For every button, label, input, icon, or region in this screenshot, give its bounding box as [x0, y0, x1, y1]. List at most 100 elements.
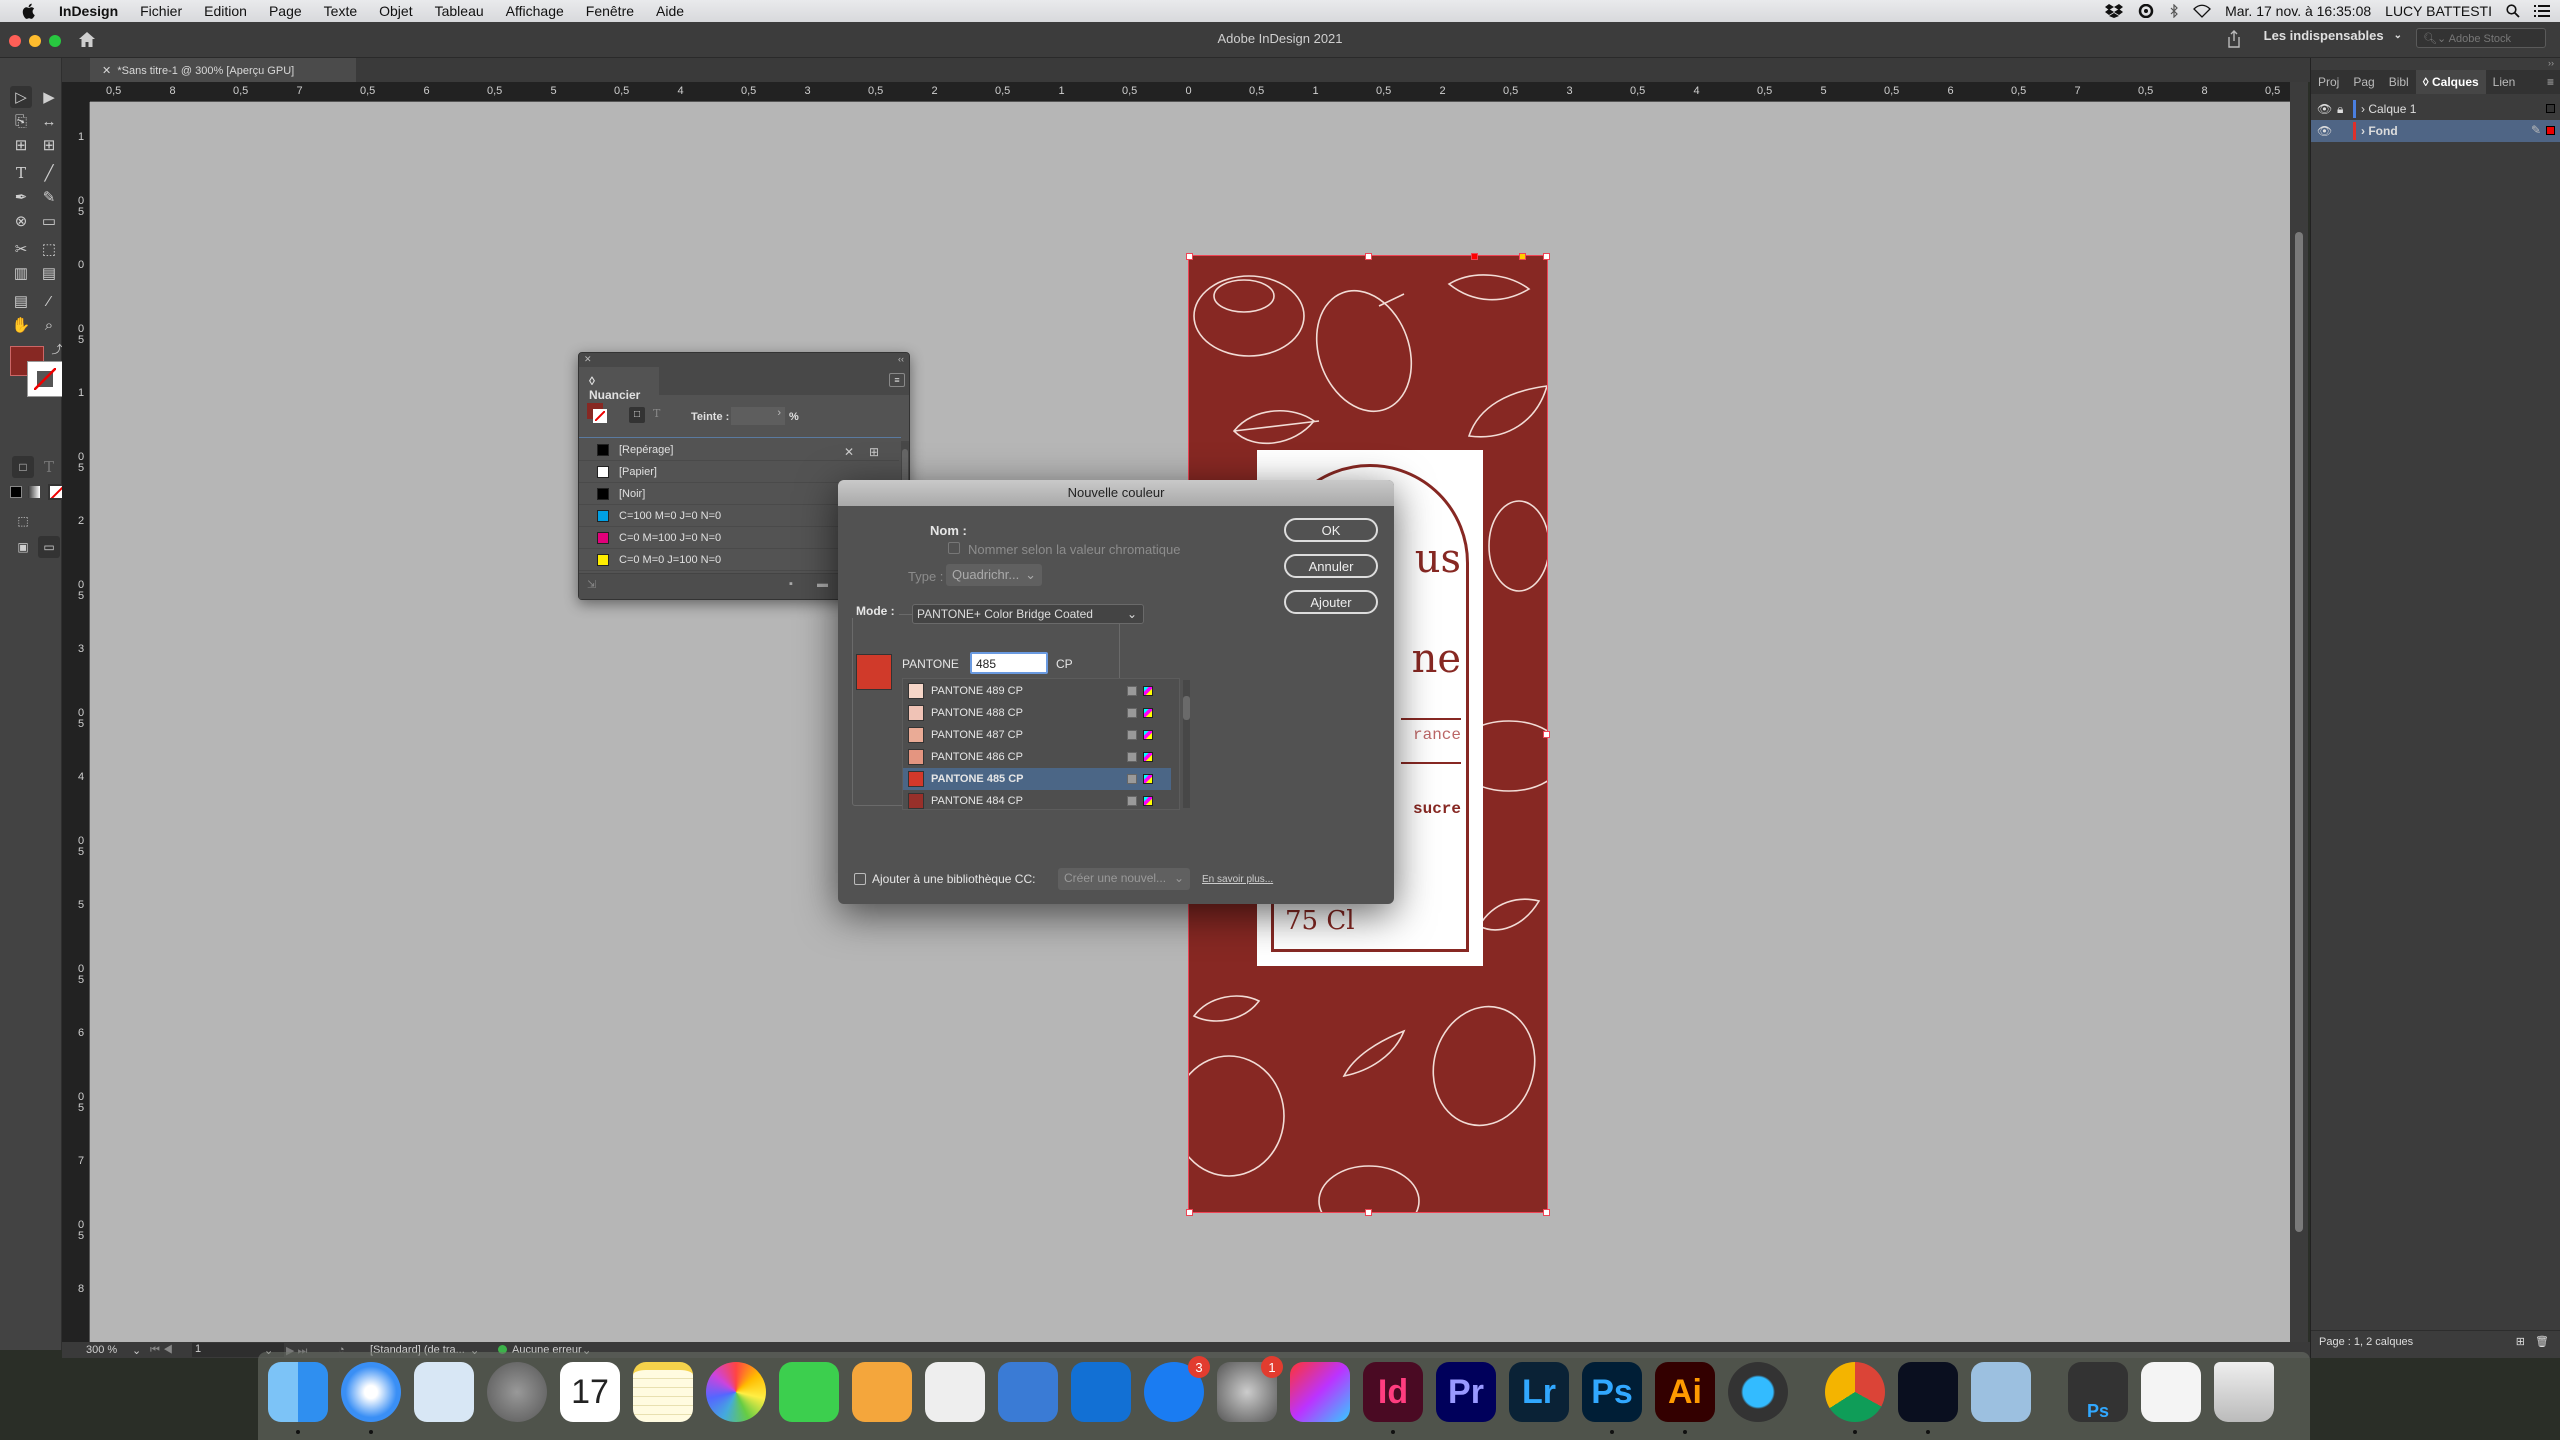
pantone-list-item[interactable]: PANTONE 489 CP	[903, 680, 1171, 702]
share-icon[interactable]	[2226, 30, 2242, 48]
cancel-button[interactable]: Annuler	[1284, 554, 1378, 578]
vertical-ruler[interactable]: 10 500 510 520 530 540 550 560 570 58	[62, 102, 90, 1350]
menu-app-indesign[interactable]: InDesign	[48, 3, 129, 19]
gradient-feather-tool-icon[interactable]: ▤	[38, 262, 60, 284]
tab-properties[interactable]: Proj	[2311, 70, 2346, 94]
user-name[interactable]: LUCY BATTESTI	[2385, 3, 2492, 19]
cc-library-icon[interactable]: ⇲	[587, 578, 596, 591]
dock-app-aper-u[interactable]	[1971, 1362, 2031, 1422]
close-tab-icon[interactable]: ✕	[102, 65, 117, 77]
dock-app-corbeille[interactable]	[2214, 1362, 2274, 1422]
pantone-list-item[interactable]: PANTONE 486 CP	[903, 746, 1171, 768]
tab-layers[interactable]: ◊ Calques	[2415, 70, 2486, 94]
content-collector-icon[interactable]: ⊞	[10, 134, 32, 156]
collapse-panel-icon[interactable]: ››	[2548, 58, 2554, 68]
layer-target-square[interactable]	[2546, 104, 2555, 113]
selection-handle[interactable]	[1543, 731, 1550, 738]
dock-app-teamviewer[interactable]	[1071, 1362, 1131, 1422]
trash-icon[interactable]: 🗑︎	[2535, 1335, 2549, 1348]
dock-app-facetime[interactable]	[779, 1362, 839, 1422]
tab-nuancier[interactable]: ◊ Nuancier	[579, 367, 659, 402]
layer-target-square[interactable]	[2546, 126, 2555, 135]
pantone-list-item[interactable]: PANTONE 484 CP	[903, 790, 1171, 809]
note-tool-icon[interactable]: ▤	[10, 290, 32, 312]
first-page-icon[interactable]: ⏮ ◀	[150, 1344, 173, 1357]
adobe-stock-search[interactable]: 🔍︎⌄ Adobe Stock	[2416, 28, 2546, 48]
selection-handle[interactable]	[1186, 253, 1193, 260]
menu-fenetre[interactable]: Fenêtre	[575, 3, 645, 19]
apply-color-icon[interactable]	[10, 486, 22, 498]
bluetooth-icon[interactable]	[2169, 4, 2179, 18]
panel-menu-icon[interactable]: ≡	[2540, 70, 2560, 94]
dock-app-finder[interactable]	[268, 1362, 328, 1434]
selection-handle[interactable]	[1471, 253, 1478, 260]
container-format-icon[interactable]: □	[629, 407, 645, 423]
selection-tool-icon[interactable]: ▷	[10, 86, 32, 108]
dock-app-premiere-pro[interactable]: Pr	[1436, 1362, 1496, 1422]
selection-handle[interactable]	[1519, 253, 1526, 260]
rectangle-tool-icon[interactable]: ▭	[38, 210, 60, 232]
dock-app-illustrator[interactable]: Ai	[1655, 1362, 1715, 1434]
screen-mode-normal-icon[interactable]: ⬚	[12, 510, 34, 532]
tab-libraries[interactable]: Bibl	[2382, 70, 2416, 94]
tab-pages[interactable]: Pag	[2346, 70, 2381, 94]
dock-app-acrobat[interactable]	[1898, 1362, 1958, 1434]
pantone-color-list[interactable]: PANTONE 489 CP PANTONE 488 CP PANTONE 487 …	[902, 678, 1180, 810]
formatting-container-icon[interactable]: □	[12, 456, 34, 478]
dock-app-photoshop[interactable]: Ps	[1582, 1362, 1642, 1434]
dock-app-photos[interactable]	[706, 1362, 766, 1422]
new-layer-icon[interactable]: ⊞	[2516, 1335, 2525, 1348]
dock-app-safari-window[interactable]	[2141, 1362, 2201, 1422]
dock-app-safari[interactable]	[341, 1362, 401, 1434]
selection-handle[interactable]	[1365, 253, 1372, 260]
scrollbar-thumb[interactable]	[2295, 232, 2303, 1232]
layer-row[interactable]: 👁︎ 🔒︎ › Calque 1	[2311, 98, 2560, 120]
collapse-panel-icon[interactable]: ‹‹	[898, 354, 904, 364]
visibility-eye-icon[interactable]: 👁︎	[2317, 124, 2332, 138]
dock-app-lightroom[interactable]: Lr	[1509, 1362, 1569, 1422]
dock-app-creative-cloud[interactable]	[1290, 1362, 1350, 1422]
close-panel-icon[interactable]: ✕	[584, 354, 592, 365]
selection-handle[interactable]	[1543, 1209, 1550, 1216]
eyedropper-tool-icon[interactable]: ⁄	[38, 290, 60, 312]
selection-handle[interactable]	[1186, 1209, 1193, 1216]
frame-edges-icon[interactable]: ▣	[12, 536, 34, 558]
pen-tool-icon[interactable]: ✒	[10, 186, 32, 208]
dock-app-mail[interactable]	[414, 1362, 474, 1422]
spotlight-search-icon[interactable]	[2506, 4, 2520, 18]
apple-icon[interactable]	[20, 2, 38, 20]
gradient-swatch-tool-icon[interactable]: ▥	[10, 262, 32, 284]
vertical-scrollbar[interactable]	[2290, 82, 2308, 1350]
line-tool-icon[interactable]: ╱	[38, 162, 60, 184]
dock-app-indesign[interactable]: Id	[1363, 1362, 1423, 1434]
new-swatch-icon[interactable]: ▪	[789, 578, 793, 590]
content-placer-icon[interactable]: ⊞	[38, 134, 60, 156]
scissors-tool-icon[interactable]: ✂	[10, 238, 32, 260]
add-button[interactable]: Ajouter	[1284, 590, 1378, 614]
new-folder-icon[interactable]: ▬	[817, 578, 828, 590]
zoom-dropdown-icon[interactable]: ⌄	[132, 1344, 141, 1357]
selection-handle[interactable]	[1543, 253, 1550, 260]
pantone-list-item[interactable]: PANTONE 488 CP	[903, 702, 1171, 724]
dropbox-icon[interactable]	[2105, 4, 2124, 18]
notification-center-icon[interactable]	[2534, 5, 2550, 17]
apply-gradient-icon[interactable]	[28, 486, 40, 498]
add-to-cc-library-checkbox[interactable]	[854, 873, 866, 885]
type-select[interactable]: Quadrichr... ⌄	[946, 564, 1042, 586]
dock-app-keynote[interactable]	[998, 1362, 1058, 1422]
tab-links[interactable]: Lien	[2486, 70, 2523, 94]
hand-tool-icon[interactable]: ✋	[10, 314, 32, 336]
dock-app-calendrier[interactable]: 17	[560, 1362, 620, 1422]
pantone-list-scrollbar[interactable]	[1183, 680, 1190, 808]
tint-input[interactable]: ›	[731, 407, 785, 425]
dock-app-launchpad[interactable]	[487, 1362, 547, 1422]
gap-tool-icon[interactable]: ↔	[38, 110, 60, 132]
lock-icon[interactable]: 🔒︎	[2337, 102, 2343, 117]
pantone-number-input[interactable]: 485	[970, 652, 1048, 674]
dock-app-photoshop-window[interactable]: Ps	[2068, 1362, 2128, 1422]
workspace-switcher[interactable]: Les indispensables ⌄	[2264, 28, 2402, 43]
selection-handle[interactable]	[1365, 1209, 1372, 1216]
clock[interactable]: Mar. 17 nov. à 16:35:08	[2225, 3, 2371, 19]
menu-objet[interactable]: Objet	[368, 3, 423, 19]
ruler-origin[interactable]	[62, 82, 90, 102]
